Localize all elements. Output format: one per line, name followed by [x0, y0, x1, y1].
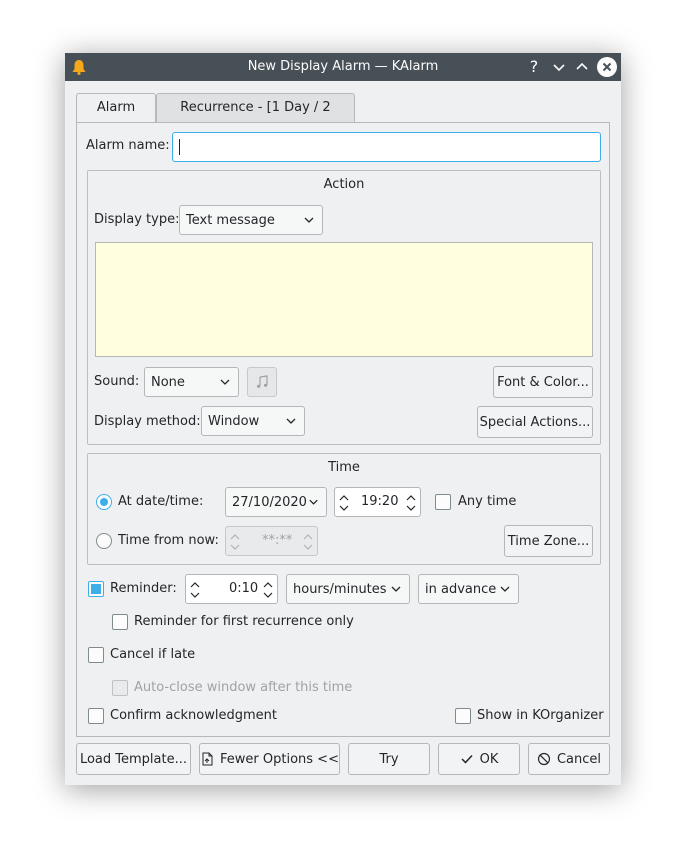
- confirm-ack-checkbox[interactable]: [88, 708, 104, 724]
- sound-label: Sound:: [94, 374, 140, 389]
- time-group-title: Time: [328, 460, 360, 475]
- display-method-label: Display method:: [94, 414, 201, 429]
- document-icon: [202, 752, 213, 766]
- time-from-now-spinbox[interactable]: **:**: [225, 526, 318, 556]
- display-method-select[interactable]: Window: [201, 406, 305, 436]
- load-template-button[interactable]: Load Template...: [76, 743, 191, 775]
- checkmark-icon: [461, 754, 473, 764]
- display-type-select[interactable]: Text message: [179, 205, 323, 235]
- help-button[interactable]: ?: [524, 57, 544, 77]
- show-korganizer-label: Show in KOrganizer: [477, 708, 604, 723]
- spin-arrows-icon: [406, 495, 416, 511]
- auto-close-label: Auto-close window after this time: [134, 680, 353, 695]
- action-group-title: Action: [323, 177, 365, 192]
- cancel-icon: [537, 752, 551, 766]
- chevron-down-icon: [391, 586, 401, 592]
- time-zone-button[interactable]: Time Zone...: [504, 525, 593, 557]
- alarm-name-input[interactable]: [172, 132, 601, 162]
- chevron-down-icon: [553, 64, 565, 72]
- time-group: Time At date/time: 27/10/2020 19:20 Any: [87, 453, 601, 565]
- show-korganizer-checkbox[interactable]: [455, 708, 471, 724]
- title-bar[interactable]: New Display Alarm — KAlarm ?: [65, 53, 621, 81]
- spin-arrows-icon: [190, 582, 200, 598]
- at-datetime-label: At date/time:: [118, 494, 204, 509]
- date-select[interactable]: 27/10/2020: [225, 487, 327, 517]
- tab-recurrence[interactable]: Recurrence - [1 Day / 2 Hours]: [156, 93, 355, 143]
- ok-button[interactable]: OK: [438, 743, 520, 775]
- chevron-down-icon: [220, 379, 230, 385]
- alarm-name-label: Alarm name:: [86, 138, 170, 153]
- display-type-label: Display type:: [94, 212, 180, 227]
- chevron-up-icon: [576, 62, 588, 70]
- music-note-icon: [257, 375, 268, 388]
- chevron-down-icon: [309, 499, 318, 505]
- cancel-if-late-checkbox[interactable]: [88, 647, 104, 663]
- maximize-button[interactable]: [572, 57, 592, 77]
- alarm-tab-panel: Alarm name: Action Display type: Text me…: [76, 122, 610, 737]
- chevron-down-icon: [304, 217, 314, 223]
- reminder-units-select[interactable]: hours/minutes: [286, 574, 410, 604]
- spin-arrows-icon: [263, 582, 273, 598]
- reminder-when-select[interactable]: in advance: [418, 574, 519, 604]
- at-datetime-radio[interactable]: [96, 494, 112, 510]
- tab-alarm[interactable]: Alarm: [76, 93, 156, 123]
- spin-arrows-icon: [339, 495, 349, 511]
- any-time-label: Any time: [458, 494, 517, 509]
- any-time-checkbox[interactable]: [435, 494, 451, 510]
- reminder-first-recurrence-label: Reminder for first recurrence only: [134, 614, 354, 629]
- reminder-label: Reminder:: [110, 581, 177, 596]
- minimize-button[interactable]: [549, 57, 569, 77]
- action-group: Action Display type: Text message Sound:…: [87, 170, 601, 445]
- message-text-area[interactable]: [95, 242, 593, 357]
- reminder-spinbox[interactable]: 0:10: [185, 574, 278, 604]
- sound-file-button[interactable]: [247, 367, 277, 397]
- time-spinbox[interactable]: 19:20: [334, 487, 421, 517]
- close-icon: [602, 62, 612, 72]
- font-color-button[interactable]: Font & Color...: [493, 366, 593, 398]
- chevron-down-icon: [286, 418, 296, 424]
- fewer-options-button[interactable]: Fewer Options <<: [199, 743, 340, 775]
- time-from-now-label: Time from now:: [118, 533, 219, 548]
- close-button[interactable]: [597, 57, 617, 77]
- try-button[interactable]: Try: [348, 743, 430, 775]
- confirm-ack-label: Confirm acknowledgment: [110, 708, 277, 723]
- time-from-now-radio[interactable]: [96, 533, 112, 549]
- auto-close-checkbox[interactable]: [112, 680, 128, 696]
- cancel-button[interactable]: Cancel: [528, 743, 610, 775]
- sound-select[interactable]: None: [144, 367, 239, 397]
- cancel-if-late-label: Cancel if late: [110, 647, 196, 662]
- spin-arrows-icon: [230, 534, 240, 550]
- chevron-down-icon: [500, 586, 510, 592]
- spin-arrows-icon: [303, 534, 313, 550]
- reminder-checkbox[interactable]: [88, 581, 104, 597]
- alarm-dialog: New Display Alarm — KAlarm ? Alarm Recur…: [65, 53, 621, 785]
- reminder-first-recurrence-checkbox[interactable]: [112, 614, 128, 630]
- text-cursor: [179, 139, 180, 155]
- special-actions-button[interactable]: Special Actions...: [477, 406, 593, 438]
